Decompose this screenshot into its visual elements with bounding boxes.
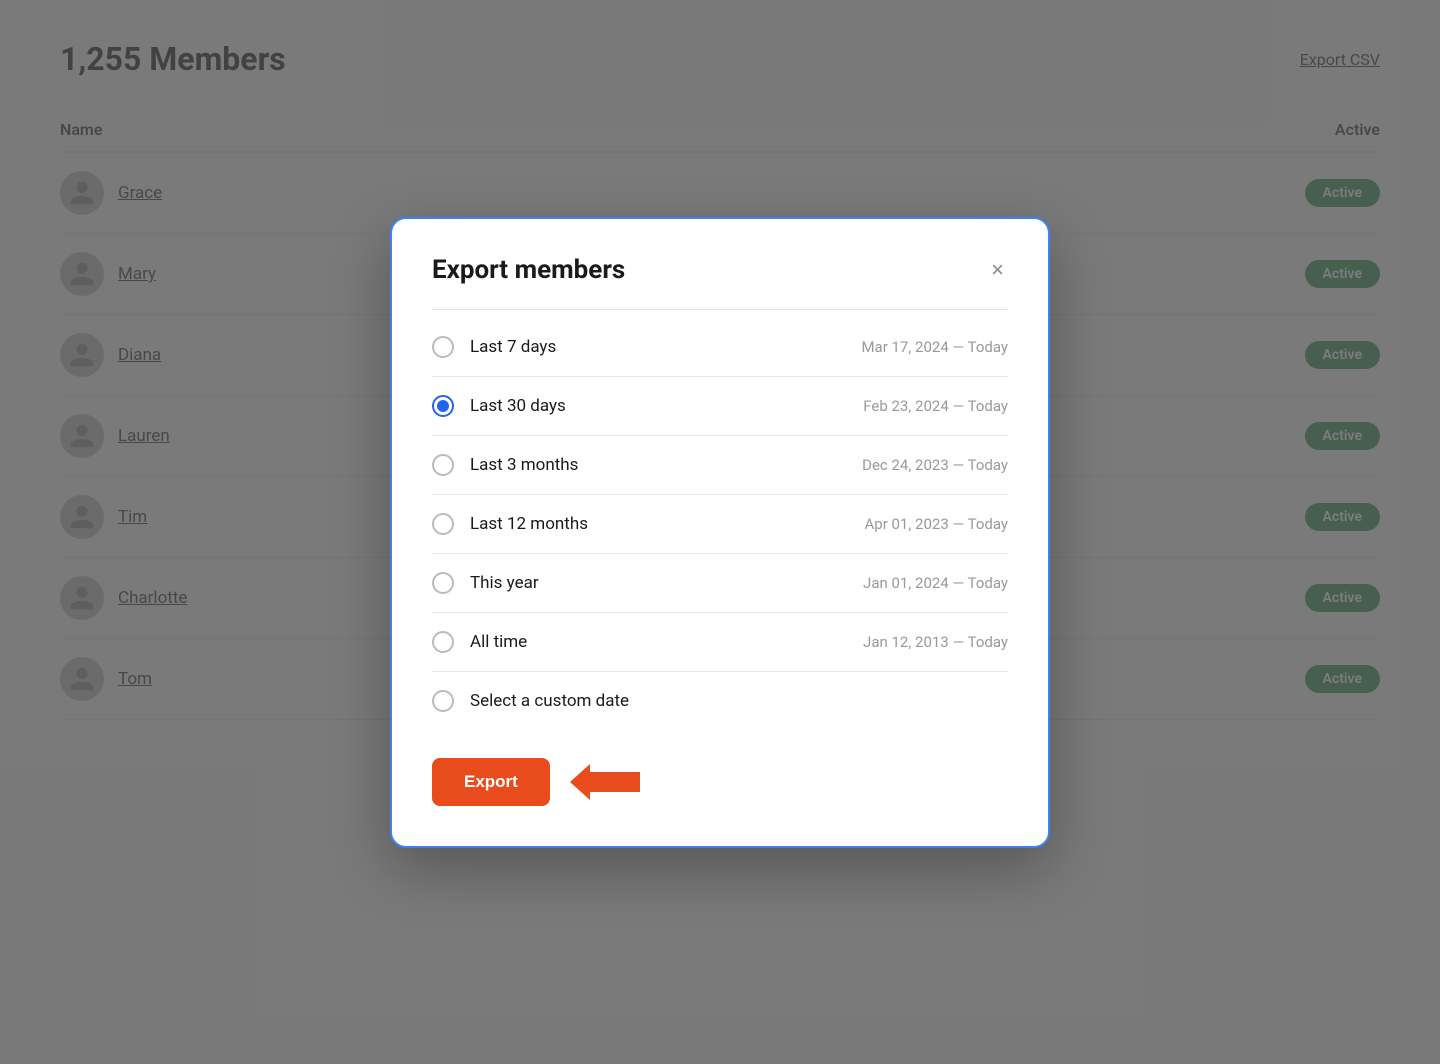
radio-date: Jan 12, 2013 — Today — [863, 633, 1008, 651]
close-button[interactable]: × — [987, 255, 1008, 285]
radio-label: Last 12 months — [470, 514, 588, 534]
arrow-icon — [570, 764, 640, 800]
export-button[interactable]: Export — [432, 758, 550, 806]
radio-input[interactable] — [432, 631, 454, 653]
radio-left: Last 30 days — [432, 395, 566, 417]
radio-option-custom[interactable]: Select a custom date — [432, 672, 1008, 730]
modal-divider — [432, 309, 1008, 310]
export-modal: Export members × Last 7 days Mar 17, 202… — [390, 217, 1050, 848]
modal-footer: Export — [432, 758, 1008, 806]
radio-label: Last 7 days — [470, 337, 556, 357]
modal-title: Export members — [432, 255, 625, 285]
radio-date: Mar 17, 2024 — Today — [861, 338, 1008, 356]
radio-input[interactable] — [432, 336, 454, 358]
radio-input[interactable] — [432, 454, 454, 476]
radio-option-alltime[interactable]: All time Jan 12, 2013 — Today — [432, 613, 1008, 672]
radio-input[interactable] — [432, 572, 454, 594]
radio-date: Jan 01, 2024 — Today — [863, 574, 1008, 592]
radio-option-last3m[interactable]: Last 3 months Dec 24, 2023 — Today — [432, 436, 1008, 495]
radio-date: Apr 01, 2023 — Today — [864, 515, 1008, 533]
radio-option-last7[interactable]: Last 7 days Mar 17, 2024 — Today — [432, 318, 1008, 377]
radio-date: Dec 24, 2023 — Today — [862, 456, 1008, 474]
radio-input[interactable] — [432, 690, 454, 712]
radio-label: Select a custom date — [470, 691, 629, 711]
radio-input[interactable] — [432, 513, 454, 535]
radio-left: Last 12 months — [432, 513, 588, 535]
modal-header: Export members × — [432, 255, 1008, 285]
radio-label: Last 30 days — [470, 396, 566, 416]
radio-label: Last 3 months — [470, 455, 578, 475]
radio-option-last30[interactable]: Last 30 days Feb 23, 2024 — Today — [432, 377, 1008, 436]
radio-date: Feb 23, 2024 — Today — [863, 397, 1008, 415]
radio-left: Last 7 days — [432, 336, 556, 358]
radio-input[interactable] — [432, 395, 454, 417]
radio-label: This year — [470, 573, 539, 593]
radio-left: All time — [432, 631, 527, 653]
radio-option-thisyear[interactable]: This year Jan 01, 2024 — Today — [432, 554, 1008, 613]
radio-left: Last 3 months — [432, 454, 578, 476]
radio-left: This year — [432, 572, 539, 594]
radio-option-last12m[interactable]: Last 12 months Apr 01, 2023 — Today — [432, 495, 1008, 554]
modal-overlay: Export members × Last 7 days Mar 17, 202… — [0, 0, 1440, 1064]
arrow-indicator — [570, 764, 640, 800]
radio-options-container: Last 7 days Mar 17, 2024 — Today Last 30… — [432, 318, 1008, 730]
radio-left: Select a custom date — [432, 690, 629, 712]
radio-label: All time — [470, 632, 527, 652]
